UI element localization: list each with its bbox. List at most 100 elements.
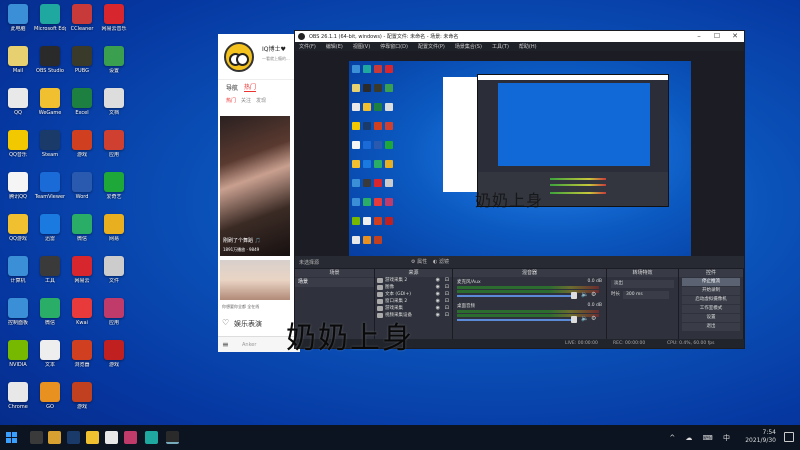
video-thumbnail-2[interactable] — [220, 260, 290, 300]
settings-button[interactable]: 设置 — [682, 314, 740, 322]
desktop-icon[interactable]: 控制面板 — [2, 298, 34, 336]
windows-start-icon[interactable] — [6, 432, 17, 443]
desktop-icon[interactable]: 浏览器 — [66, 340, 98, 378]
system-tray-icons[interactable]: ^ ☁ ⌨ 中 — [669, 433, 734, 443]
close-icon[interactable]: ✕ — [726, 31, 744, 42]
wegame-icon[interactable] — [86, 431, 99, 444]
source-item[interactable]: 窗口采集 2 ◉ ⊡ — [375, 298, 452, 305]
source-item[interactable]: 文本 (GDI+) ◉ ⊡ — [375, 291, 452, 298]
desktop-icon[interactable]: 爱奇艺 — [98, 172, 130, 210]
eye-icon[interactable]: ◉ — [436, 312, 440, 319]
desktop-icon[interactable]: WeGame — [34, 88, 66, 126]
desktop-icon[interactable]: 文本 — [34, 340, 66, 378]
tab-nav[interactable]: 导航 — [226, 83, 238, 92]
desktop-icon[interactable]: 应用 — [98, 130, 130, 168]
heart-icon[interactable]: ♡ — [222, 318, 229, 327]
desktop-icon[interactable]: 文档 — [98, 88, 130, 126]
desktop-icon[interactable]: GO — [34, 382, 66, 420]
subtab-follow[interactable]: 关注 — [241, 97, 251, 104]
desktop-icon[interactable]: Steam — [34, 130, 66, 168]
desktop-icon[interactable]: 网易云音乐 — [98, 4, 130, 42]
menu-profile[interactable]: 配置文件(P) — [418, 43, 445, 50]
desktop-icon[interactable]: Microsoft Edge — [34, 4, 66, 42]
app-icon[interactable] — [105, 431, 118, 444]
scene-item[interactable]: 场景 — [295, 278, 374, 287]
notification-icon[interactable] — [784, 432, 794, 442]
file-explorer-icon[interactable] — [48, 431, 61, 444]
menu-icon[interactable]: ≡ — [222, 340, 229, 349]
desktop-icon[interactable]: 游戏 — [66, 382, 98, 420]
video-thumbnail[interactable]: 刚刷了个舞蹈 🎵 1891万播放 · 9849 — [220, 116, 290, 256]
obs-preview[interactable]: 奶奶上身 — [295, 51, 744, 281]
desktop-icon[interactable]: 腾讯QQ — [2, 172, 34, 210]
volume-fader[interactable] — [457, 295, 575, 297]
lock-icon[interactable]: ⊡ — [445, 298, 449, 305]
exit-button[interactable]: 退出 — [682, 323, 740, 331]
desktop-icon[interactable]: CCleaner — [66, 4, 98, 42]
eye-icon[interactable]: ◉ — [436, 298, 440, 305]
maximize-icon[interactable]: ☐ — [708, 31, 726, 42]
desktop-icon[interactable]: Chrome — [2, 382, 34, 420]
desktop-icon[interactable]: Word — [66, 172, 98, 210]
lock-icon[interactable]: ⊡ — [445, 312, 449, 319]
subtab-hot[interactable]: 热门 — [226, 97, 236, 104]
gear-icon[interactable]: ⚙ — [591, 291, 596, 298]
desktop-icon[interactable]: QQ — [2, 88, 34, 126]
desktop-icon[interactable]: 游戏 — [98, 340, 130, 378]
virtual-camera-button[interactable]: 启动虚拟摄像机 — [682, 296, 740, 304]
subtab-discover[interactable]: 发现 — [256, 97, 266, 104]
transition-select[interactable]: 淡出 — [611, 280, 674, 288]
eye-icon[interactable]: ◉ — [436, 277, 440, 284]
steam-icon[interactable] — [67, 431, 80, 444]
desktop-icon[interactable]: 工具 — [34, 256, 66, 294]
filters-button[interactable]: ◐ 滤镜 — [433, 258, 449, 265]
desktop-icon[interactable]: TeamViewer — [34, 172, 66, 210]
desktop-icon[interactable]: Mail — [2, 46, 34, 84]
menu-scene-collection[interactable]: 场景集合(S) — [455, 43, 482, 50]
menu-view[interactable]: 视图(V) — [353, 43, 370, 50]
duration-input[interactable]: 300 ms — [623, 291, 669, 299]
desktop-icon[interactable]: 应用 — [98, 298, 130, 336]
desktop-icon[interactable]: 微信 — [34, 298, 66, 336]
lock-icon[interactable]: ⊡ — [445, 305, 449, 312]
desktop-icon[interactable]: 此电脑 — [2, 4, 34, 42]
lock-icon[interactable]: ⊡ — [445, 291, 449, 298]
desktop-icon[interactable]: 文件 — [98, 256, 130, 294]
desktop-icon[interactable]: Excel — [66, 88, 98, 126]
desktop-icon[interactable]: 网易云 — [66, 256, 98, 294]
desktop-icon[interactable]: 计算机 — [2, 256, 34, 294]
volume-fader-handle[interactable] — [571, 316, 577, 323]
source-item[interactable]: 游戏采集 2 ◉ ⊡ — [375, 277, 452, 284]
speaker-icon[interactable]: 🔈 — [581, 291, 588, 298]
speaker-icon[interactable]: 🔈 — [581, 315, 588, 322]
volume-fader[interactable] — [457, 319, 575, 321]
avatar[interactable] — [224, 42, 254, 72]
desktop-icon[interactable]: 网易 — [98, 214, 130, 252]
stop-streaming-button[interactable]: 停止推流 — [682, 278, 740, 286]
desktop-icon[interactable]: 游戏 — [66, 130, 98, 168]
tab-hot[interactable]: 热门 — [244, 82, 257, 92]
edge-icon[interactable] — [145, 431, 158, 444]
properties-button[interactable]: ⚙ 属性 — [411, 258, 427, 265]
desktop-icon[interactable]: PUBG — [66, 46, 98, 84]
studio-mode-button[interactable]: 工作室模式 — [682, 305, 740, 313]
desktop-icon[interactable]: OBS Studio — [34, 46, 66, 84]
app-icon[interactable] — [124, 431, 137, 444]
desktop-icon[interactable]: QQ游戏 — [2, 214, 34, 252]
desktop-icon[interactable]: 微信 — [66, 214, 98, 252]
source-item[interactable]: 游戏采集 ◉ ⊡ — [375, 305, 452, 312]
gear-icon[interactable]: ⚙ — [591, 315, 596, 322]
eye-icon[interactable]: ◉ — [436, 305, 440, 312]
clock[interactable]: 7:54 2021/9/30 — [745, 429, 776, 445]
eye-icon[interactable]: ◉ — [436, 291, 440, 298]
menu-tools[interactable]: 工具(T) — [492, 43, 509, 50]
start-recording-button[interactable]: 开始录制 — [682, 287, 740, 295]
menu-help[interactable]: 帮助(H) — [519, 43, 537, 50]
task-view-icon[interactable] — [30, 431, 43, 444]
desktop-icon[interactable]: Kwai — [66, 298, 98, 336]
lock-icon[interactable]: ⊡ — [445, 284, 449, 291]
volume-fader-handle[interactable] — [571, 292, 577, 299]
menu-edit[interactable]: 编辑(E) — [326, 43, 343, 50]
menu-file[interactable]: 文件(F) — [299, 43, 316, 50]
menu-docks[interactable]: 停靠窗口(D) — [380, 43, 408, 50]
